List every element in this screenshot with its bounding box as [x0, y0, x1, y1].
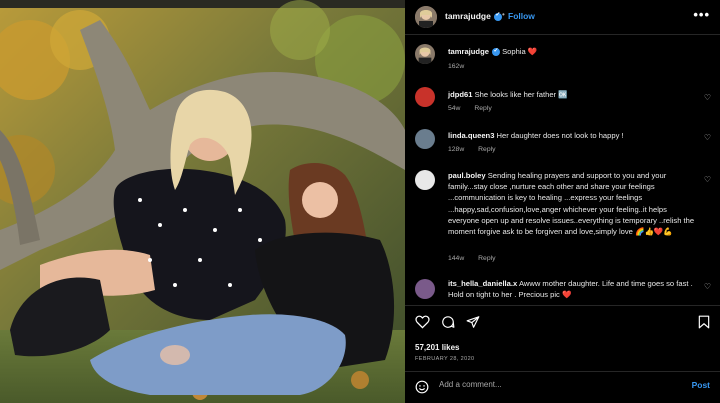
- comment-avatar[interactable]: [415, 170, 435, 190]
- caption-meta: 162w: [448, 63, 476, 70]
- post-photo[interactable]: [0, 0, 405, 403]
- comment-time[interactable]: 144w: [448, 255, 464, 262]
- caption-emoji: ❤️: [527, 47, 538, 56]
- verified-icon: [491, 46, 500, 57]
- comment-message: She looks like her father: [474, 90, 557, 99]
- share-send-icon[interactable]: [466, 315, 480, 329]
- caption-message: Sophia: [502, 47, 526, 56]
- comment-username[interactable]: paul.boley: [448, 171, 486, 180]
- post-actions: 57,201 likes FEBRUARY 28, 2020 Post: [405, 305, 720, 401]
- post-header: tamrajudge • Follow •••: [405, 0, 720, 35]
- like-comment-icon[interactable]: ♡: [704, 133, 711, 142]
- comment-text: its_hella_daniella.x Awww mother daughte…: [448, 278, 698, 300]
- likes-count[interactable]: 57,201 likes: [415, 343, 459, 352]
- reply-button[interactable]: Reply: [474, 105, 491, 112]
- add-comment-input[interactable]: [439, 380, 669, 389]
- comment-text: paul.boley Sending healing prayers and s…: [448, 170, 698, 237]
- comment-text: linda.queen3 Her daughter does not look …: [448, 130, 698, 141]
- comment-meta: 144w Reply: [448, 255, 508, 262]
- verified-icon: [493, 11, 502, 21]
- author-username-text[interactable]: tamrajudge: [445, 11, 491, 21]
- comment-meta: 128w Reply: [448, 146, 508, 153]
- comment-time[interactable]: 128w: [448, 146, 464, 153]
- post-date: FEBRUARY 28, 2020: [415, 356, 475, 362]
- caption-avatar[interactable]: [415, 44, 435, 64]
- comments-list[interactable]: tamrajudge Sophia ❤️ 162w jdpd61 She loo…: [405, 34, 720, 304]
- like-comment-icon[interactable]: ♡: [704, 175, 711, 184]
- save-bookmark-icon[interactable]: [698, 315, 710, 329]
- separator-dot: •: [502, 10, 505, 19]
- like-comment-icon[interactable]: ♡: [704, 282, 711, 291]
- comment-emoji: 🌈👍❤️💪: [635, 227, 673, 237]
- comment-bubble-icon[interactable]: [441, 315, 455, 329]
- post-image: [0, 0, 405, 403]
- author-avatar[interactable]: [415, 6, 437, 28]
- post-comment-button[interactable]: Post: [692, 380, 710, 390]
- comment-avatar[interactable]: [415, 129, 435, 149]
- reply-button[interactable]: Reply: [478, 146, 495, 153]
- add-comment-row: Post: [405, 371, 720, 402]
- comment-username[interactable]: jdpd61: [448, 90, 472, 99]
- comment-meta: 54w Reply: [448, 105, 504, 112]
- like-comment-icon[interactable]: ♡: [704, 93, 711, 102]
- reply-button[interactable]: Reply: [478, 255, 495, 262]
- like-heart-icon[interactable]: [415, 315, 430, 329]
- comment-emoji: ❤️: [561, 290, 572, 300]
- caption-text: tamrajudge Sophia ❤️: [448, 46, 698, 57]
- comment-avatar[interactable]: [415, 87, 435, 107]
- follow-button[interactable]: Follow: [508, 11, 535, 21]
- comment-username[interactable]: its_hella_daniella.x: [448, 279, 517, 288]
- author-username[interactable]: tamrajudge: [445, 11, 502, 21]
- comment-message: Her daughter does not look to happy !: [496, 131, 624, 140]
- comment-avatar[interactable]: [415, 279, 435, 299]
- comment-username[interactable]: linda.queen3: [448, 131, 494, 140]
- more-options-icon[interactable]: •••: [693, 7, 710, 22]
- post-panel: tamrajudge • Follow ••• tamrajudge Sophi…: [405, 0, 720, 403]
- comment-text: jdpd61 She looks like her father 🆗: [448, 89, 698, 100]
- emoji-smiley-icon[interactable]: [415, 380, 429, 394]
- caption-time[interactable]: 162w: [448, 63, 464, 70]
- caption-username[interactable]: tamrajudge: [448, 47, 489, 56]
- comment-emoji: 🆗: [558, 90, 568, 99]
- comment-time[interactable]: 54w: [448, 105, 460, 112]
